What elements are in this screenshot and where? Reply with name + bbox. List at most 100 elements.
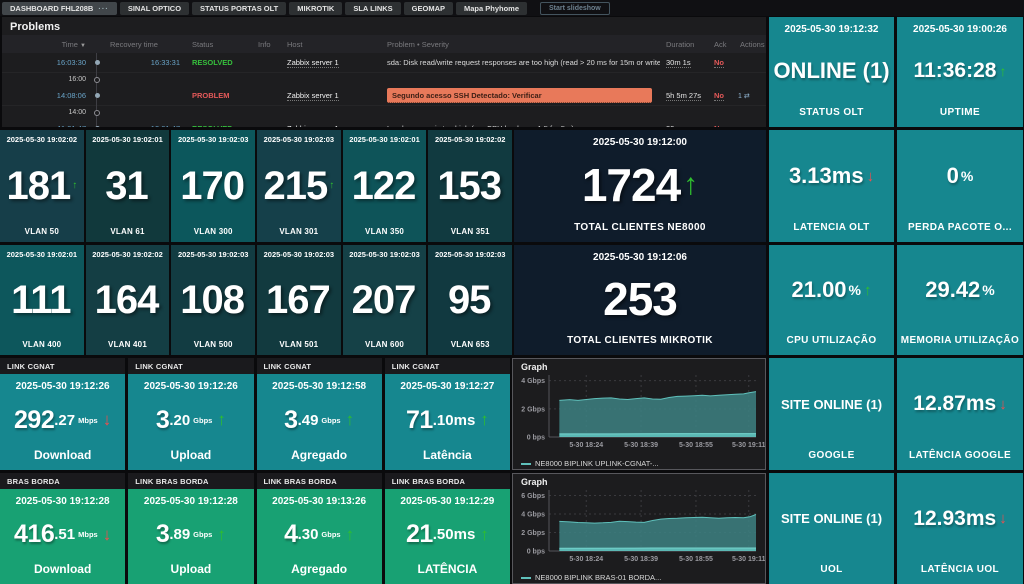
tile-label: VLAN 350 [365, 227, 404, 236]
ack-link[interactable]: No [714, 91, 724, 101]
col-actions[interactable]: Actions [734, 40, 766, 49]
severity-badge[interactable]: Segundo acesso SSH Detectado: Verificar [387, 88, 652, 103]
dashboard-root: DASHBOARD FHL208B··· SINAL OPTICO STATUS… [0, 0, 1024, 584]
tile-value: 153 [437, 166, 501, 206]
tile-value-decimal: .20 [169, 412, 190, 429]
recovery-time-link[interactable]: 12:01:47 [104, 124, 182, 127]
problems-title: Problems [2, 17, 766, 33]
tab-geomap[interactable]: GEOMAP [404, 2, 453, 15]
legend-line-icon [521, 577, 531, 579]
tab-mikrotik[interactable]: MIKROTIK [289, 2, 342, 15]
host-link-text[interactable]: Zabbix server 1 [287, 124, 339, 127]
duration-link[interactable]: 30m [666, 124, 681, 127]
duration-link[interactable]: 5h 5m 27s [666, 91, 701, 101]
tile-timestamp: 2025-05-30 19:02:03 [264, 135, 334, 144]
tab-sinal-optico[interactable]: SINAL OPTICO [120, 2, 189, 15]
duration-link[interactable]: 30m 1s [666, 58, 691, 68]
tile-label: VLAN 301 [279, 227, 318, 236]
tile-label: VLAN 500 [194, 340, 233, 349]
start-slideshow-button[interactable]: Start slideshow [540, 2, 610, 15]
tab-more-icon[interactable]: ··· [98, 4, 109, 13]
axis-marker [90, 106, 104, 119]
tile-timestamp: 2025-05-30 19:12:26 [16, 381, 110, 392]
tile-timestamp: 2025-05-30 19:02:03 [435, 250, 505, 259]
tab-dashboard-fhl208b[interactable]: DASHBOARD FHL208B··· [2, 2, 117, 15]
widget-header: LINK BRAS BORDA [128, 473, 253, 489]
up-arrow-icon: ↑ [346, 525, 355, 545]
cgnat-upload-tile: LINK CGNAT2025-05-30 19:12:263.20Gbps↑Up… [128, 358, 253, 470]
tile-timestamp: 2025-05-30 19:02:02 [7, 135, 77, 144]
col-recovery-time[interactable]: Recovery time [104, 40, 182, 49]
tile-unit: Gbps [193, 416, 212, 425]
widget-header: LINK CGNAT [0, 358, 125, 374]
status-olt-value: ONLINE (1) [773, 58, 889, 84]
col-duration[interactable]: Duration [660, 40, 708, 49]
tile-timestamp: 2025-05-30 19:02:01 [7, 250, 77, 259]
problem-time-link[interactable]: 14:08:06 [2, 91, 90, 100]
tile-label: MEMORIA UTILIZAÇÃO [901, 335, 1019, 346]
host-link-text[interactable]: Zabbix server 1 [287, 58, 339, 68]
problem-time-link[interactable]: 16:03:30 [2, 58, 90, 67]
host-link[interactable]: Zabbix server 1 [280, 124, 380, 127]
tile-value: 164 [95, 280, 159, 320]
problem-name[interactable]: Load average is too high (per CPU load o… [380, 124, 660, 127]
tile-value-decimal: .50ms [433, 526, 476, 543]
col-problem-severity[interactable]: Problem • Severity [380, 40, 660, 49]
host-link[interactable]: Zabbix server 1 [280, 58, 380, 67]
tile-label: PERDA PACOTE O... [908, 222, 1012, 233]
problems-header-row: Time ▼ Recovery time Status Info Host Pr… [2, 35, 766, 53]
svg-text:2 Gbps: 2 Gbps [521, 530, 545, 537]
col-host[interactable]: Host [280, 40, 380, 49]
tile-label: UOL [820, 564, 842, 575]
widget-header: LINK CGNAT [385, 358, 510, 374]
tile-unit: Mbps [78, 530, 98, 539]
ack-cell[interactable]: No [708, 124, 734, 127]
up-arrow-icon: ↑ [217, 525, 226, 545]
duration-cell[interactable]: 30m [660, 124, 708, 127]
host-link[interactable]: Zabbix server 1 [280, 91, 380, 100]
svg-text:0 bps: 0 bps [527, 549, 545, 556]
perda-pacote-tile: 0% PERDA PACOTE O... [897, 130, 1023, 242]
duration-cell[interactable]: 30m 1s [660, 58, 708, 67]
status-olt-tile: 2025-05-30 19:12:32 ONLINE (1) STATUS OL… [769, 17, 894, 127]
host-link-text[interactable]: Zabbix server 1 [287, 91, 339, 101]
svg-text:5-30 18:24: 5-30 18:24 [569, 556, 603, 563]
status-label: PROBLEM [182, 91, 252, 100]
problem-name[interactable]: Segundo acesso SSH Detectado: Verificar [380, 88, 660, 103]
tile-timestamp: 2025-05-30 19:02:01 [349, 135, 419, 144]
tile-value: 3.13ms [789, 163, 864, 189]
problem-name[interactable]: sda: Disk read/write request responses a… [380, 58, 660, 67]
duration-cell[interactable]: 5h 5m 27s [660, 91, 708, 100]
col-ack[interactable]: Ack [708, 40, 734, 49]
cgnat-graph-plot: 0 bps2 Gbps4 Gbps5-30 18:245-30 18:395-3… [513, 372, 765, 458]
col-info[interactable]: Info [252, 40, 280, 49]
problem-time-link[interactable]: 11:31:47 [2, 124, 90, 127]
tile-timestamp: 2025-05-30 19:02:03 [264, 250, 334, 259]
tile-timestamp: 2025-05-30 19:00:26 [913, 24, 1007, 35]
tab-sla-links[interactable]: SLA LINKS [345, 2, 400, 15]
tile-label: TOTAL CLIENTES NE8000 [574, 222, 706, 233]
tile-value: 12.93ms [913, 507, 996, 531]
actions-cell[interactable]: 1 ⇄ [734, 92, 766, 100]
ack-cell[interactable]: No [708, 58, 734, 67]
widget-header: LINK CGNAT [257, 358, 382, 374]
ack-link[interactable]: No [714, 124, 724, 127]
up-arrow-icon: ↑ [346, 410, 355, 430]
tile-label: LATÊNCIA UOL [921, 564, 999, 575]
col-status[interactable]: Status [182, 40, 252, 49]
event-dot-icon [95, 126, 100, 127]
tab-mapa-phyhome[interactable]: Mapa Phyhome [456, 2, 527, 15]
tile-value-decimal: .51 [54, 526, 75, 543]
tab-status-portas-olt[interactable]: STATUS PORTAS OLT [192, 2, 286, 15]
ack-link[interactable]: No [714, 58, 724, 68]
tile-value: 253 [603, 276, 677, 322]
tile-label: Upload [171, 562, 212, 576]
ack-cell[interactable]: No [708, 91, 734, 100]
tile-value: 111 [11, 280, 70, 320]
tile-label: VLAN 61 [110, 227, 144, 236]
tile-value: SITE ONLINE (1) [781, 511, 882, 526]
bras-link-row: BRAS BORDA2025-05-30 19:12:28416.51Mbps↓… [0, 473, 510, 584]
tile-value: 3 [156, 406, 169, 435]
recovery-time-link[interactable]: 16:33:31 [104, 58, 182, 67]
col-time[interactable]: Time ▼ [2, 40, 90, 49]
